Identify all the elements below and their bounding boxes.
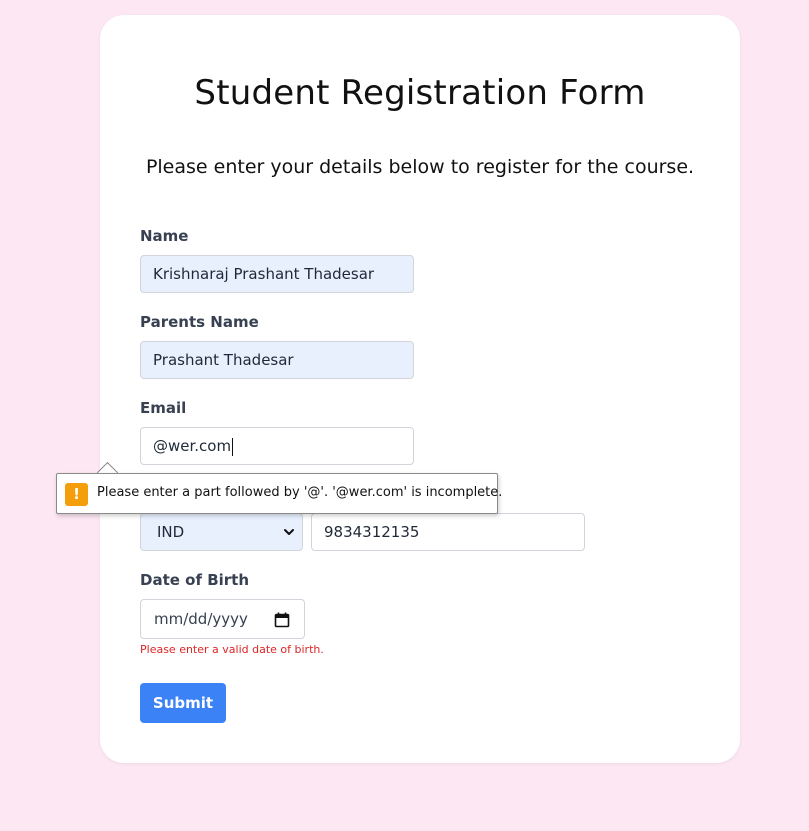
validation-message: Please enter a part followed by '@'. '@w… [97,485,503,500]
dob-placeholder: mm/dd/yyyy [154,610,248,628]
parents-name-label: Parents Name [140,313,259,331]
dob-error-message: Please enter a valid date of birth. [140,643,324,656]
phone-number-input[interactable]: 9834312135 [311,513,585,551]
calendar-icon[interactable] [274,612,290,628]
page-subtitle: Please enter your details below to regis… [145,156,695,178]
dob-label: Date of Birth [140,571,250,589]
dob-input[interactable]: mm/dd/yyyy [140,599,305,639]
country-code-select[interactable]: IND [140,513,303,551]
submit-button[interactable]: Submit [140,683,226,723]
name-label: Name [140,227,189,245]
validation-tooltip: ! Please enter a part followed by '@'. '… [56,473,502,514]
chevron-down-icon [284,529,294,535]
email-input-value: @wer.com [153,437,232,455]
email-label: Email [140,399,187,417]
email-input[interactable]: @wer.com [140,427,414,465]
parents-name-input-value: Prashant Thadesar [153,351,294,369]
country-code-value: IND [157,523,185,541]
page-title: Student Registration Form [194,73,646,113]
parents-name-input[interactable]: Prashant Thadesar [140,341,414,379]
name-input[interactable]: Krishnaraj Prashant Thadesar [140,255,414,293]
name-input-value: Krishnaraj Prashant Thadesar [153,265,375,283]
warning-icon: ! [65,483,88,506]
text-caret [232,437,234,456]
registration-card: Student Registration Form Please enter y… [100,15,740,763]
phone-number-value: 9834312135 [324,523,420,541]
